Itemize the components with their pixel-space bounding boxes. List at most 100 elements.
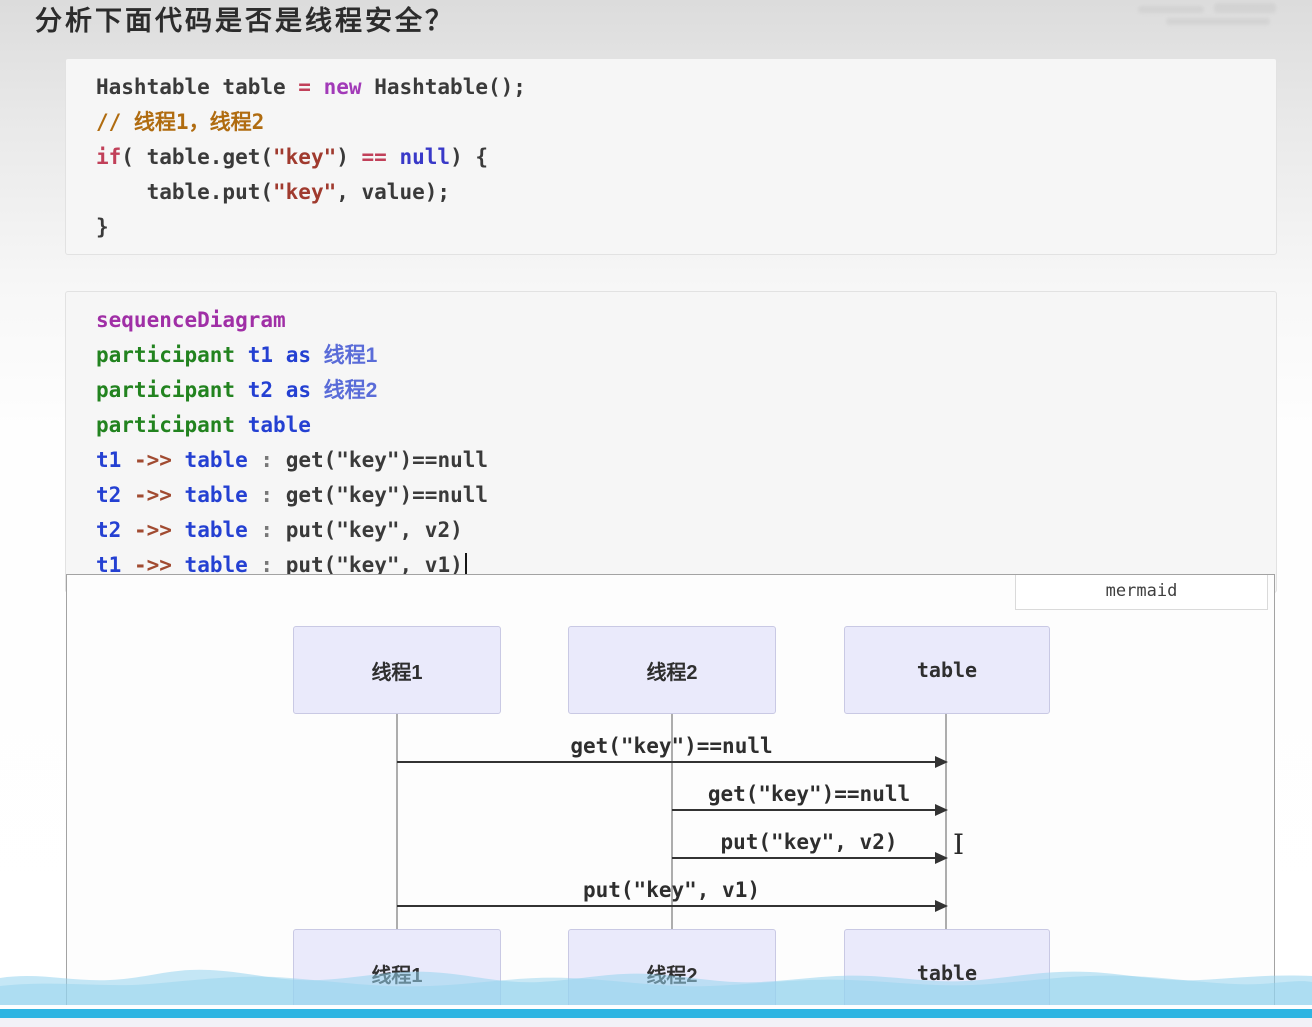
code-token: 线程2 [324,379,378,402]
code-token: 线程1 [324,344,378,367]
code-token [273,378,286,402]
code-line: } [96,210,1276,245]
code-token: table [185,518,248,542]
code-token: as [286,378,311,402]
code-token [235,343,248,367]
code-token [235,413,248,437]
code-token: t2 [96,518,121,542]
actor-label: table [917,658,977,682]
code-token: t1 [96,448,121,472]
code-block-mermaid-source[interactable]: sequenceDiagramparticipant t1 as 线程1part… [65,291,1277,593]
code-token: "key" [273,145,336,169]
code-token: table [185,483,248,507]
code-token: participant [96,343,235,367]
text-cursor-pointer-icon: I [953,831,964,859]
actor-label: 线程2 [646,656,697,685]
code-token [172,448,185,472]
sequence-message-4: put("key", v1) [397,877,946,907]
code-line: // 线程1，线程2 [96,105,1276,140]
code-line: Hashtable table = new Hashtable(); [96,70,1276,105]
message-label: put("key", v2) [672,829,946,855]
message-label: put("key", v1) [397,877,946,903]
code-token: if [96,145,121,169]
code-token [121,483,134,507]
sequence-message-3: put("key", v2) [672,829,946,859]
actor-label: 线程1 [371,656,422,685]
code-token: ) [336,145,361,169]
message-arrow-line [397,761,946,763]
actor-box-thread1-bottom: 线程1 [293,929,501,1017]
code-token: == [362,145,387,169]
message-label: get("key")==null [672,781,946,807]
code-token [273,343,286,367]
code-token: new [324,75,362,99]
code-token: "key" [273,180,336,204]
actor-label: 线程1 [371,959,422,988]
code-token: = [298,75,311,99]
actor-box-table-bottom: table [844,929,1050,1017]
code-token [311,378,324,402]
code-token: Hashtable(); [362,75,526,99]
code-token [121,448,134,472]
code-line: table.put("key", value); [96,175,1276,210]
bottom-edge-strip [0,1018,1312,1027]
code-token: participant [96,413,235,437]
code-token [311,75,324,99]
page-title: 分析下面代码是否是线程安全？ [35,0,455,38]
code-line: t2 ->> table : put("key", v2) [96,513,1276,548]
code-token: t2 [248,378,273,402]
arrowhead-icon [935,900,948,912]
code-token: sequenceDiagram [96,308,286,332]
code-token: ->> [134,518,172,542]
code-token: t2 [96,483,121,507]
code-token: t1 [248,343,273,367]
message-arrow-line [672,857,946,859]
code-token [248,448,261,472]
code-token: , value); [336,180,450,204]
actor-box-thread2-bottom: 线程2 [568,929,776,1017]
code-token [311,343,324,367]
code-line: t1 ->> table : get("key")==null [96,443,1276,478]
code-token: participant [96,378,235,402]
code-token [121,518,134,542]
code-token [248,483,261,507]
code-token: } [96,215,109,239]
code-token: put("key", v2) [273,518,463,542]
code-token [172,483,185,507]
arrowhead-icon [935,756,948,768]
code-token: null [399,145,450,169]
code-token: ->> [134,483,172,507]
code-token: as [286,343,311,367]
bottom-cyan-stripe [0,1009,1312,1018]
code-token: ) { [450,145,488,169]
message-label: get("key")==null [397,733,946,759]
code-language-badge[interactable]: mermaid [1015,575,1268,610]
code-token: // 线程1，线程2 [96,110,264,134]
code-line: participant table [96,408,1276,443]
code-line: if( table.get("key") == null) { [96,140,1276,175]
code-token: : [260,518,273,542]
arrowhead-icon [935,804,948,816]
code-token: get("key")==null [273,483,488,507]
code-token: table [248,413,311,437]
message-arrow-line [397,905,946,907]
code-token [248,518,261,542]
mermaid-preview-panel: mermaid 线程1 线程2 table get("key")==null g… [66,574,1275,1027]
actor-box-thread1-top: 线程1 [293,626,501,714]
code-token: table.put( [96,180,273,204]
code-token: : [260,483,273,507]
code-token: get("key")==null [273,448,488,472]
code-line: sequenceDiagram [96,303,1276,338]
watermark-smudge [1166,18,1270,25]
code-token: table [185,448,248,472]
code-block-java[interactable]: Hashtable table = new Hashtable(); // 线程1… [65,58,1277,255]
code-token [235,378,248,402]
watermark-smudge [1214,3,1276,13]
sequence-message-2: get("key")==null [672,781,946,811]
message-arrow-line [672,809,946,811]
code-token [172,518,185,542]
code-token [387,145,400,169]
arrowhead-icon [935,852,948,864]
code-token: : [260,448,273,472]
code-line: participant t1 as 线程1 [96,338,1276,373]
